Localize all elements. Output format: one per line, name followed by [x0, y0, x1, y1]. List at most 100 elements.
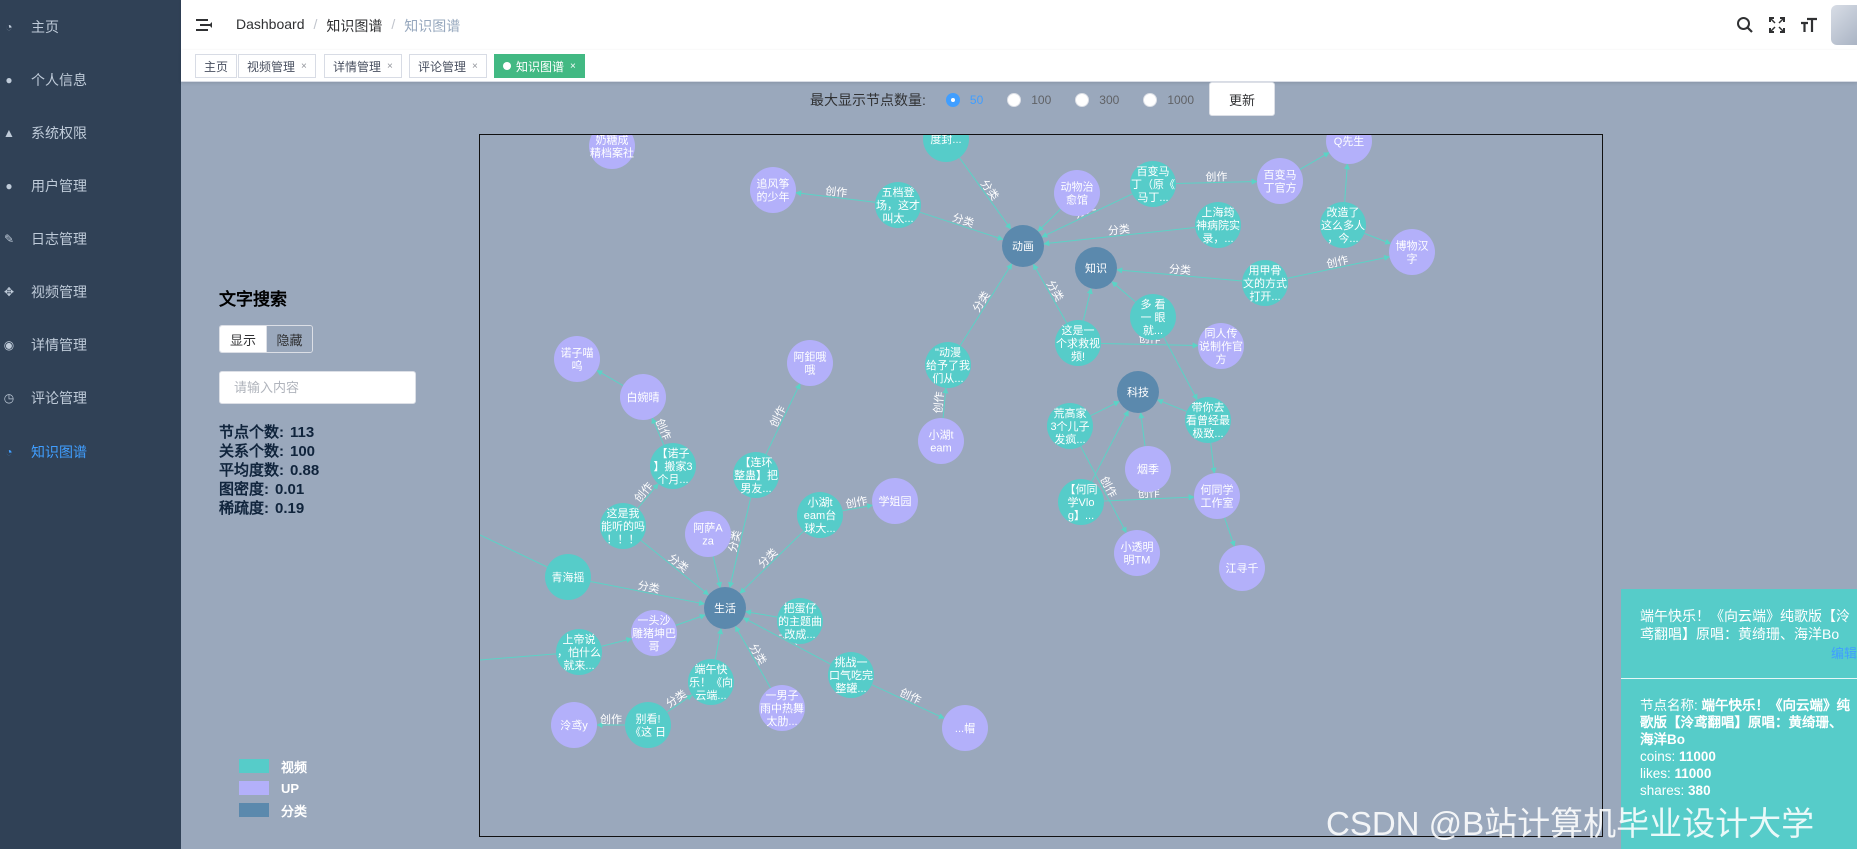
close-icon[interactable]: × [570, 61, 576, 72]
graph-up-node[interactable]: ...帽 [942, 705, 988, 751]
graph-up-node[interactable]: 白婉晴 [620, 374, 666, 420]
graph-category-node[interactable]: 生活 [704, 587, 746, 629]
tag-home[interactable]: 主页 [195, 54, 238, 78]
graph-video-node[interactable]: 带你去看曾经最极致... [1185, 397, 1231, 443]
graph-up-node[interactable]: 小透明明TM [1114, 530, 1160, 576]
graph-video-node[interactable]: 上帝说，怕什么就来... [556, 629, 602, 675]
legend-item[interactable]: 视频 [239, 755, 307, 777]
graph-category-node[interactable]: 知识 [1075, 247, 1117, 289]
graph-video-node[interactable]: 把蛋仔的主题曲改成... [777, 598, 823, 644]
graph-video-node[interactable]: "动漫给予了我们从... [925, 342, 971, 388]
knowledge-graph-canvas[interactable]: 分类创作分类分类创作分类分类创作分类创作分类创作创作创作创作创作创作分类分类创作… [479, 134, 1603, 837]
show-button[interactable]: 显示 [220, 326, 266, 352]
graph-edge-label: 分类 [1107, 222, 1130, 238]
sidebar-item[interactable]: ✎ 日志管理 [0, 213, 181, 265]
avatar[interactable] [1831, 5, 1857, 45]
tag-comment-management[interactable]: 评论管理 × [409, 54, 487, 78]
graph-up-node[interactable]: 阿萨Aza [685, 511, 731, 557]
graph-up-node[interactable]: 追风筝的少年 [750, 167, 796, 213]
graph-up-node[interactable]: 小湖team [918, 418, 964, 464]
graph-edge-label: 分类 [951, 210, 976, 230]
update-button[interactable]: 更新 [1209, 82, 1275, 116]
graph-video-node[interactable]: 度封... [923, 135, 969, 162]
fullscreen-icon[interactable] [1767, 15, 1787, 35]
graph-up-node[interactable]: 诺子喵呜 [554, 336, 600, 382]
graph-video-node[interactable]: 百变马丁（原《马丁... [1130, 161, 1176, 207]
tag-label: 主页 [204, 59, 229, 74]
graph-video-node[interactable]: 小湖team台球大... [797, 492, 843, 538]
search-icon[interactable] [1735, 15, 1755, 35]
close-icon[interactable]: × [387, 61, 393, 72]
legend-item[interactable]: 分类 [239, 799, 307, 821]
graph-video-node[interactable]: 改造了这么多人，今... [1320, 202, 1366, 248]
graph-up-node[interactable]: 动物治愈馆 [1054, 170, 1100, 216]
sidebar-item[interactable]: ◷ 评论管理 [0, 372, 181, 424]
sidebar-item[interactable]: ● 用户管理 [0, 160, 181, 212]
radio-1000[interactable]: 1000 [1143, 93, 1194, 107]
tag-knowledge-graph[interactable]: 知识图谱 × [494, 54, 585, 78]
graph-node-label: 呜 [572, 359, 583, 373]
radio-50[interactable]: 50 [945, 93, 983, 107]
graph-video-node[interactable]: 【诺子】搬家3个月... [650, 443, 696, 489]
graph-video-node[interactable]: 用甲骨文的方式打开... [1242, 260, 1288, 306]
graph-up-node[interactable]: 烟季 [1125, 446, 1171, 492]
hamburger-icon[interactable] [194, 15, 214, 35]
graph-node-label: 动画 [1012, 240, 1034, 253]
sidebar-item-label: 系统权限 [31, 125, 87, 141]
sidebar-item[interactable]: ✥ 视频管理 [0, 266, 181, 318]
breadcrumb-home[interactable]: Dashboard [236, 16, 305, 36]
graph-video-node[interactable]: 端午快乐！《向云端... [688, 659, 734, 705]
graph-up-node[interactable]: Q先生 [1326, 135, 1372, 164]
radio-100[interactable]: 100 [1007, 93, 1051, 107]
graph-video-node[interactable]: 这是一个求救视频! [1055, 320, 1101, 366]
graph-up-node[interactable]: 百变马丁官方 [1257, 158, 1303, 204]
tag-video-management[interactable]: 视频管理 × [238, 54, 316, 78]
close-icon[interactable]: × [472, 61, 478, 72]
graph-video-node[interactable]: 五档登场，这才叫太... [875, 182, 921, 228]
sidebar-item[interactable]: ▲ 系统权限 [0, 107, 181, 159]
graph-up-node[interactable]: 一男子雨中热舞太肋... [759, 685, 805, 731]
graph-up-node[interactable]: 博物汉字 [1389, 229, 1435, 275]
graph-video-node[interactable]: 上海筠神病院实录，... [1195, 202, 1241, 248]
graph-up-node[interactable]: 江寻千 [1219, 545, 1265, 591]
legend-item[interactable]: UP [239, 777, 307, 799]
graph-node-label: 这是一 [1062, 323, 1095, 337]
graph-video-node[interactable]: 【何同学Vlog】... [1058, 479, 1104, 525]
sidebar-item-label: 个人信息 [31, 72, 87, 88]
radio-300[interactable]: 300 [1075, 93, 1119, 107]
graph-svg[interactable]: 分类创作分类分类创作分类分类创作分类创作分类创作创作创作创作创作创作分类分类创作… [480, 135, 1603, 837]
graph-video-node[interactable]: 多 看一 眼就... [1130, 294, 1176, 340]
graph-up-node[interactable]: 同人传说制作官方 [1198, 323, 1244, 369]
hide-button[interactable]: 隐藏 [266, 326, 312, 352]
graph-video-node[interactable]: 青海摇 [545, 554, 591, 600]
graph-up-node[interactable]: 一头沙雕猪坤巴哥 [631, 610, 677, 656]
graph-category-node[interactable]: 动画 [1002, 225, 1044, 267]
sidebar-item[interactable]: ◉ 详情管理 [0, 319, 181, 371]
graph-up-node[interactable]: 阿鉅哦哦 [787, 340, 833, 386]
sidebar-item[interactable]: ● 个人信息 [0, 54, 181, 106]
graph-category-node[interactable]: 科技 [1117, 371, 1159, 413]
close-icon[interactable]: × [301, 61, 307, 72]
node-count-controls: 最大显示节点数量: 50 100 300 1000 [810, 84, 1194, 116]
sidebar-item[interactable]: ◔ 知识图谱 [0, 426, 181, 478]
graph-edge [596, 370, 624, 386]
tag-detail-management[interactable]: 详情管理 × [324, 54, 402, 78]
sidebar-item[interactable]: ◔ 主页 [0, 1, 181, 53]
search-input[interactable] [219, 371, 416, 404]
graph-node-label: 改造了 [1327, 205, 1360, 219]
breadcrumb-section[interactable]: 知识图谱 [326, 16, 382, 36]
graph-up-node[interactable]: 奶糖成精档案社 [589, 135, 635, 169]
graph-video-node[interactable]: 荒高家3个儿子发疯... [1047, 403, 1093, 449]
graph-up-node[interactable]: 学姐园 [872, 478, 918, 524]
graph-video-node[interactable]: 别看!《这 日 [625, 702, 671, 748]
font-size-icon[interactable] [1799, 15, 1819, 35]
graph-node-label: "动漫 [935, 345, 961, 359]
graph-video-node[interactable]: 挑战一口气吃完整罐... [828, 652, 874, 698]
watermark: CSDN @B站计算机毕业设计大学 [1326, 805, 1815, 842]
graph-node-label: 《这 日 [630, 725, 666, 739]
graph-up-node[interactable]: 泠鸢y [551, 702, 597, 748]
edit-link[interactable]: 编辑 [1831, 643, 1857, 662]
graph-up-node[interactable]: 何同学工作室 [1194, 473, 1240, 519]
graph-video-node[interactable]: 【连环整蛊】把男友... [733, 452, 779, 498]
graph-video-node[interactable]: 这是我能听的吗！！！ [600, 503, 646, 549]
